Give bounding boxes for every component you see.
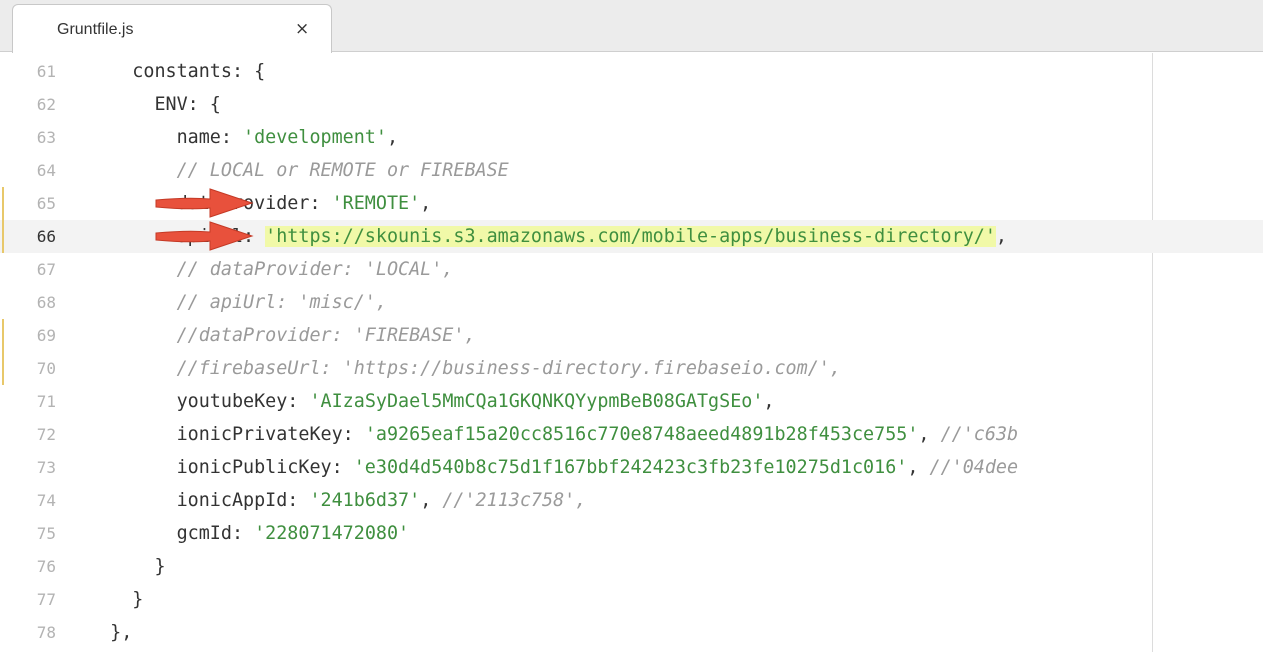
code-token: ,: [995, 226, 1007, 247]
code-text: }: [88, 583, 143, 616]
string-token: 'https://skounis.s3.amazonaws.com/mobile…: [265, 226, 996, 247]
string-token: '228071472080': [254, 523, 410, 544]
code-token: ionicPublicKey:: [176, 457, 354, 478]
line-number: 63: [36, 128, 56, 147]
line-number: 68: [36, 293, 56, 312]
code-text: //firebaseUrl: 'https://business-directo…: [88, 352, 841, 385]
code-token: }: [154, 556, 166, 577]
code-text: constants: {: [88, 55, 265, 88]
code-text: }: [88, 550, 166, 583]
code-line[interactable]: 69 //dataProvider: 'FIREBASE',: [0, 319, 1263, 352]
code-token: ,: [907, 457, 930, 478]
string-token: 'development': [243, 127, 387, 148]
code-line[interactable]: 63 name: 'development',: [0, 121, 1263, 154]
code-text: // dataProvider: 'LOCAL',: [88, 253, 454, 286]
string-token: '241b6d37': [309, 490, 421, 511]
line-number: 76: [36, 557, 56, 576]
code-line[interactable]: 75 gcmId: '228071472080': [0, 517, 1263, 550]
line-number: 75: [36, 524, 56, 543]
line-number: 64: [36, 161, 56, 180]
comment-token: // LOCAL or REMOTE or FIREBASE: [176, 160, 509, 181]
line-number: 70: [36, 359, 56, 378]
code-text: dataProvider: 'REMOTE',: [88, 187, 432, 220]
code-text: ionicPrivateKey: 'a9265eaf15a20cc8516c77…: [88, 418, 1019, 451]
code-token: ,: [918, 424, 941, 445]
code-line[interactable]: 77 }: [0, 583, 1263, 616]
code-token: constants: {: [132, 61, 266, 82]
code-line[interactable]: 67 // dataProvider: 'LOCAL',: [0, 253, 1263, 286]
code-text: name: 'development',: [88, 121, 398, 154]
comment-token: // dataProvider: 'LOCAL',: [176, 259, 454, 280]
code-text: },: [88, 616, 132, 649]
code-token: ionicAppId:: [176, 490, 310, 511]
code-text: ionicAppId: '241b6d37', //'2113c758',: [88, 484, 587, 517]
line-number: 74: [36, 491, 56, 510]
line-number: 73: [36, 458, 56, 477]
code-line[interactable]: 70 //firebaseUrl: 'https://business-dire…: [0, 352, 1263, 385]
line-number: 61: [36, 62, 56, 81]
code-token: ,: [763, 391, 775, 412]
code-token: ,: [386, 127, 399, 148]
comment-token: //firebaseUrl: 'https://business-directo…: [176, 358, 841, 379]
comment-token: // apiUrl: 'misc/',: [176, 292, 387, 313]
code-editor[interactable]: 61 constants: {62 ENV: {63 name: 'develo…: [0, 53, 1263, 652]
line-number: 71: [36, 392, 56, 411]
code-line[interactable]: 73 ionicPublicKey: 'e30d4d540b8c75d1f167…: [0, 451, 1263, 484]
code-line[interactable]: 76 }: [0, 550, 1263, 583]
code-token: }: [132, 589, 144, 610]
code-token: ionicPrivateKey:: [176, 424, 365, 445]
code-text: //dataProvider: 'FIREBASE',: [88, 319, 476, 352]
code-token: ,: [420, 193, 432, 214]
code-token: youtubeKey:: [176, 391, 310, 412]
code-token: ENV: {: [154, 94, 221, 115]
code-line[interactable]: 62 ENV: {: [0, 88, 1263, 121]
code-line[interactable]: 68 // apiUrl: 'misc/',: [0, 286, 1263, 319]
string-token: 'AIzaSyDael5MmCQa1GKQNKQYypmBeB08GATgSEo…: [309, 391, 764, 412]
string-token: 'e30d4d540b8c75d1f167bbf242423c3fb23fe10…: [353, 457, 908, 478]
code-line[interactable]: 61 constants: {: [0, 55, 1263, 88]
tab-title: Gruntfile.js: [57, 21, 134, 38]
code-text: ionicPublicKey: 'e30d4d540b8c75d1f167bbf…: [88, 451, 1019, 484]
code-text: youtubeKey: 'AIzaSyDael5MmCQa1GKQNKQYypm…: [88, 385, 775, 418]
line-number: 62: [36, 95, 56, 114]
code-line[interactable]: 78 },: [0, 616, 1263, 649]
line-number: 67: [36, 260, 56, 279]
tab-gruntfile[interactable]: Gruntfile.js ×: [12, 4, 332, 53]
comment-token: //dataProvider: 'FIREBASE',: [176, 325, 476, 346]
line-number: 72: [36, 425, 56, 444]
string-token: 'REMOTE': [331, 193, 421, 214]
code-text: // apiUrl: 'misc/',: [88, 286, 387, 319]
code-text: ENV: {: [88, 88, 221, 121]
code-line[interactable]: 72 ionicPrivateKey: 'a9265eaf15a20cc8516…: [0, 418, 1263, 451]
line-number: 66: [36, 227, 56, 246]
comment-token: //'2113c758',: [442, 490, 587, 511]
comment-token: //'c63b: [940, 424, 1019, 445]
code-token: ,: [420, 490, 443, 511]
line-number: 69: [36, 326, 56, 345]
line-number: 78: [36, 623, 56, 642]
code-line[interactable]: 71 youtubeKey: 'AIzaSyDael5MmCQa1GKQNKQY…: [0, 385, 1263, 418]
line-number: 77: [36, 590, 56, 609]
close-icon[interactable]: ×: [295, 19, 309, 39]
tab-bar: Gruntfile.js ×: [0, 0, 1263, 53]
code-token: },: [110, 622, 133, 643]
red-arrow-icon: [155, 221, 254, 251]
code-text: gcmId: '228071472080': [88, 517, 410, 550]
line-number: 65: [36, 194, 56, 213]
code-token: name:: [176, 127, 244, 148]
code-token: gcmId:: [176, 523, 255, 544]
comment-token: //'04dee: [929, 457, 1019, 478]
string-token: 'a9265eaf15a20cc8516c770e8748aeed4891b28…: [364, 424, 919, 445]
code-line[interactable]: 74 ionicAppId: '241b6d37', //'2113c758',: [0, 484, 1263, 517]
